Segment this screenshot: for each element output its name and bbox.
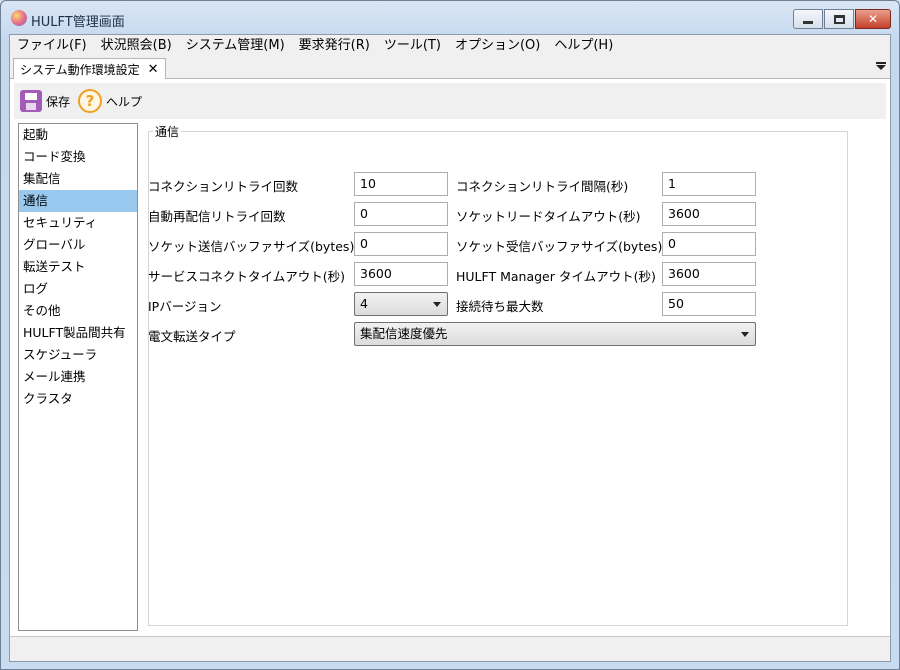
manager-timeout-input[interactable]: 3600	[662, 262, 756, 286]
max-accept-wait-label: 接続待ち最大数	[456, 299, 544, 314]
nav-item-delivery[interactable]: 集配信	[19, 168, 137, 190]
help-button[interactable]: ? ヘルプ	[78, 89, 146, 113]
menu-tools[interactable]: ツール(T)	[377, 35, 448, 57]
maximize-button[interactable]	[824, 9, 854, 29]
menu-file[interactable]: ファイル(F)	[10, 35, 94, 57]
telegram-type-select[interactable]: 集配信速度優先	[354, 322, 756, 346]
socket-read-timeout-label: ソケットリードタイムアウト(秒)	[456, 209, 641, 224]
toolbar: 保存 ? ヘルプ	[14, 83, 886, 119]
socket-recv-buffer-input[interactable]: 0	[662, 232, 756, 256]
minimize-button[interactable]	[793, 9, 823, 29]
nav-item-scheduler[interactable]: スケジューラ	[19, 344, 137, 366]
socket-send-buffer-input[interactable]: 0	[354, 232, 448, 256]
settings-panel: 保存 ? ヘルプ 起動 コード変換 集配信 通信 セキュリティ グローバル 転送…	[10, 79, 890, 636]
conn-retry-count-label: コネクションリトライ回数	[148, 179, 299, 194]
nav-item-security[interactable]: セキュリティ	[19, 212, 137, 234]
nav-item-product-sharing[interactable]: HULFT製品間共有	[19, 322, 137, 344]
close-window-button[interactable]: ✕	[855, 9, 891, 29]
title-bar[interactable]: HULFT管理画面 ✕	[1, 1, 899, 35]
socket-recv-buffer-label: ソケット受信バッファサイズ(bytes)	[456, 239, 663, 254]
app-window: HULFT管理画面 ✕ ファイル(F) 状況照会(B) システム管理(M) 要求…	[0, 0, 900, 670]
save-label: 保存	[46, 94, 71, 109]
minimize-icon	[803, 20, 813, 24]
menu-help[interactable]: ヘルプ(H)	[547, 35, 620, 57]
nav-item-global[interactable]: グローバル	[19, 234, 137, 256]
group-title: 通信	[153, 123, 182, 140]
socket-read-timeout-input[interactable]: 3600	[662, 202, 756, 226]
tab-close-icon[interactable]: ✕	[148, 62, 159, 77]
app-logo-icon	[11, 10, 27, 26]
chevron-down-icon	[433, 302, 441, 307]
help-label: ヘルプ	[106, 94, 143, 109]
menu-system[interactable]: システム管理(M)	[179, 35, 292, 57]
save-button[interactable]: 保存	[20, 90, 74, 112]
menu-request[interactable]: 要求発行(R)	[292, 35, 377, 57]
close-icon: ✕	[867, 12, 879, 26]
save-icon	[20, 90, 42, 112]
settings-category-list: 起動 コード変換 集配信 通信 セキュリティ グローバル 転送テスト ログ その…	[18, 123, 138, 631]
nav-item-startup[interactable]: 起動	[19, 124, 137, 146]
conn-retry-interval-input[interactable]: 1	[662, 172, 756, 196]
window-title: HULFT管理画面	[31, 15, 125, 30]
nav-item-other[interactable]: その他	[19, 300, 137, 322]
nav-item-transfer-test[interactable]: 転送テスト	[19, 256, 137, 278]
help-icon: ?	[78, 89, 103, 113]
conn-retry-interval-label: コネクションリトライ間隔(秒)	[456, 179, 629, 194]
menu-status[interactable]: 状況照会(B)	[94, 35, 179, 57]
nav-item-communication[interactable]: 通信	[19, 190, 137, 212]
nav-item-mail[interactable]: メール連携	[19, 366, 137, 388]
tab-strip: システム動作環境設定 ✕	[10, 57, 890, 80]
menu-bar: ファイル(F) 状況照会(B) システム管理(M) 要求発行(R) ツール(T)…	[10, 35, 890, 57]
socket-send-buffer-label: ソケット送信バッファサイズ(bytes)	[148, 239, 355, 254]
tab-label: システム動作環境設定	[20, 63, 140, 77]
status-bar	[10, 636, 890, 661]
tab-overflow-icon[interactable]	[876, 62, 886, 74]
auto-redeliver-retry-label: 自動再配信リトライ回数	[148, 209, 286, 224]
ip-version-value: 4	[360, 296, 368, 311]
conn-retry-count-input[interactable]: 10	[354, 172, 448, 196]
nav-item-code-conversion[interactable]: コード変換	[19, 146, 137, 168]
chevron-down-icon	[741, 332, 749, 337]
service-connect-timeout-input[interactable]: 3600	[354, 262, 448, 286]
telegram-type-value: 集配信速度優先	[360, 326, 448, 341]
menu-options[interactable]: オプション(O)	[448, 35, 547, 57]
service-connect-timeout-label: サービスコネクトタイムアウト(秒)	[148, 269, 346, 284]
ip-version-label: IPバージョン	[148, 299, 222, 314]
telegram-type-label: 電文転送タイプ	[148, 329, 236, 344]
max-accept-wait-input[interactable]: 50	[662, 292, 756, 316]
client-area: ファイル(F) 状況照会(B) システム管理(M) 要求発行(R) ツール(T)…	[9, 34, 891, 662]
ip-version-select[interactable]: 4	[354, 292, 448, 316]
nav-item-cluster[interactable]: クラスタ	[19, 388, 137, 410]
maximize-icon	[833, 14, 845, 24]
tab-system-settings[interactable]: システム動作環境設定 ✕	[13, 58, 166, 80]
manager-timeout-label: HULFT Manager タイムアウト(秒)	[456, 269, 656, 284]
nav-item-log[interactable]: ログ	[19, 278, 137, 300]
auto-redeliver-retry-input[interactable]: 0	[354, 202, 448, 226]
